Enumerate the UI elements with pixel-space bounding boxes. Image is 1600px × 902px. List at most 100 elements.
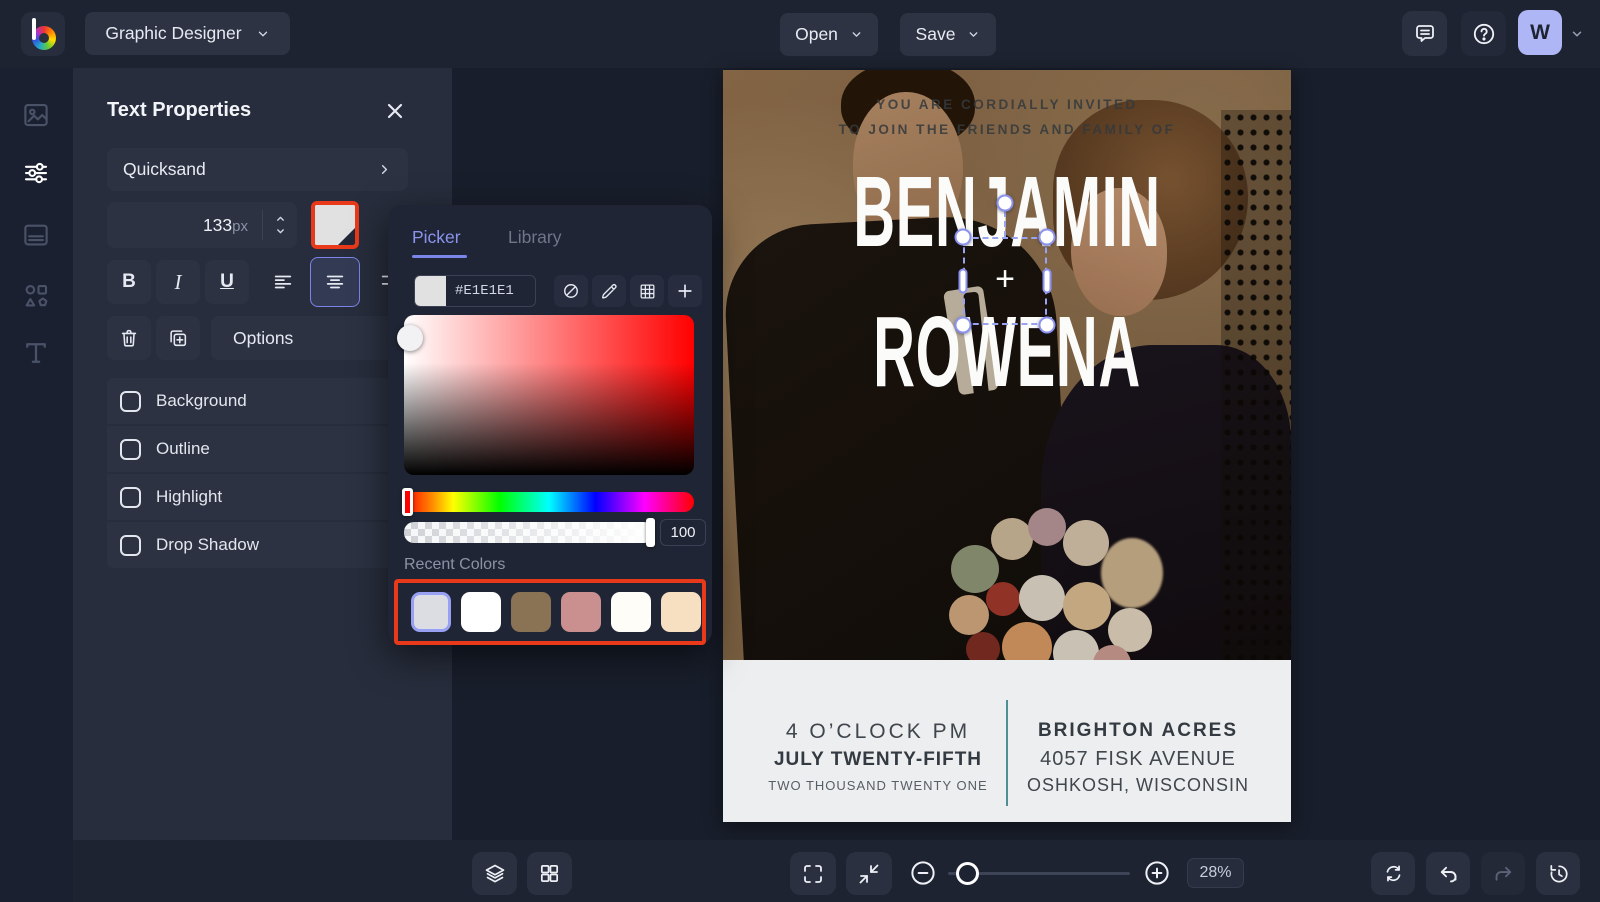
fit-screen-icon xyxy=(857,862,881,886)
tab-picker-active[interactable]: Picker xyxy=(412,227,467,258)
recent-color-swatch[interactable] xyxy=(511,592,551,632)
layers-button[interactable] xyxy=(472,852,517,895)
history-button[interactable] xyxy=(1536,852,1580,895)
app-logo[interactable] xyxy=(21,12,65,56)
underline-button[interactable]: U xyxy=(205,260,249,304)
text-layer-city[interactable]: OSHKOSH, WISCONSIN xyxy=(1018,775,1258,796)
text-color-swatch xyxy=(315,205,355,245)
toggle-highlight[interactable]: Highlight xyxy=(107,474,408,520)
bold-button[interactable]: B xyxy=(107,260,151,304)
outline-checkbox[interactable] xyxy=(120,439,141,460)
question-mark-icon xyxy=(1471,21,1497,47)
recent-color-swatch[interactable] xyxy=(461,592,501,632)
text-layer-date[interactable]: JULY TWENTY-FIFTH xyxy=(758,749,998,771)
recent-color-swatch[interactable] xyxy=(561,592,601,632)
details-divider xyxy=(1006,700,1008,806)
saturation-handle[interactable] xyxy=(397,325,423,351)
fit-to-screen-button[interactable] xyxy=(846,852,892,895)
fullscreen-button[interactable] xyxy=(790,852,836,895)
text-layer-year[interactable]: TWO THOUSAND TWENTY ONE xyxy=(758,778,998,793)
duplicate-layer-button[interactable] xyxy=(156,316,200,360)
add-color-button[interactable] xyxy=(668,275,702,307)
resize-handle-left[interactable] xyxy=(959,269,968,294)
hue-slider[interactable] xyxy=(404,492,694,512)
selection-box[interactable] xyxy=(963,237,1047,325)
resize-handle-bottom-right[interactable] xyxy=(1039,317,1056,334)
reset-button[interactable] xyxy=(1371,852,1415,895)
bold-glyph: B xyxy=(122,271,136,293)
saturation-field[interactable] xyxy=(404,315,694,475)
hex-input-group[interactable]: #E1E1E1 xyxy=(414,275,536,307)
help-button[interactable] xyxy=(1461,11,1506,56)
text-layer-invite-1[interactable]: YOU ARE CORDIALLY INVITED xyxy=(723,97,1291,112)
recent-color-swatch[interactable] xyxy=(611,592,651,632)
rotate-handle[interactable] xyxy=(997,195,1014,212)
recent-colors-label: Recent Colors xyxy=(404,556,505,574)
highlight-checkbox[interactable] xyxy=(120,487,141,508)
font-family-selector[interactable]: Quicksand xyxy=(107,148,408,191)
no-color-button[interactable] xyxy=(554,275,588,307)
app-mode-menu[interactable]: Graphic Designer xyxy=(85,12,290,55)
text-layer-address[interactable]: 4057 FISK AVENUE xyxy=(1018,748,1258,771)
opacity-value-box[interactable]: 100 xyxy=(660,519,706,546)
options-button[interactable]: Options xyxy=(211,316,408,360)
font-size-input[interactable]: 133px xyxy=(107,202,297,248)
grid-view-icon xyxy=(538,862,561,885)
sidebar-item-templates[interactable] xyxy=(21,220,51,250)
zoom-slider-handle[interactable] xyxy=(956,862,979,885)
size-increase-icon[interactable] xyxy=(273,212,288,225)
opacity-slider[interactable] xyxy=(404,522,654,543)
font-family-value: Quicksand xyxy=(123,159,206,180)
eyedropper-button[interactable] xyxy=(592,275,626,307)
align-center-button-selected[interactable] xyxy=(310,257,360,307)
align-left-button[interactable] xyxy=(261,260,305,304)
tab-library-label: Library xyxy=(508,227,562,247)
avatar[interactable]: W xyxy=(1518,10,1562,55)
background-checkbox[interactable] xyxy=(120,391,141,412)
sidebar-item-image[interactable] xyxy=(21,100,51,130)
save-label: Save xyxy=(916,24,956,45)
no-color-icon xyxy=(561,281,581,301)
align-center-icon xyxy=(324,271,346,293)
drop-shadow-checkbox[interactable] xyxy=(120,535,141,556)
size-decrease-icon[interactable] xyxy=(273,225,288,238)
hex-value[interactable]: #E1E1E1 xyxy=(455,283,514,299)
tab-picker-label: Picker xyxy=(412,227,461,247)
resize-handle-top-left[interactable] xyxy=(955,229,972,246)
undo-button[interactable] xyxy=(1426,852,1470,895)
resize-handle-bottom-left[interactable] xyxy=(955,317,972,334)
opacity-handle[interactable] xyxy=(646,518,655,547)
zoom-out-icon[interactable] xyxy=(908,858,938,888)
pages-button[interactable] xyxy=(527,852,572,895)
recent-color-swatch[interactable] xyxy=(661,592,701,632)
sidebar-item-adjustments-active[interactable] xyxy=(21,158,51,188)
text-color-swatch-annotated[interactable] xyxy=(311,201,359,249)
italic-button[interactable]: I xyxy=(156,260,200,304)
save-button[interactable]: Save xyxy=(900,13,996,56)
close-panel-icon[interactable] xyxy=(383,99,407,123)
sidebar-item-shapes[interactable] xyxy=(21,281,51,311)
delete-layer-button[interactable] xyxy=(107,316,151,360)
chevron-down-icon xyxy=(256,27,270,41)
text-layer-venue[interactable]: BRIGHTON ACRES xyxy=(1018,720,1258,742)
recent-color-swatch-selected[interactable] xyxy=(411,592,451,632)
toggle-background[interactable]: Background xyxy=(107,378,408,424)
redo-button-disabled[interactable] xyxy=(1481,852,1525,895)
text-layer-time[interactable]: 4 O’CLOCK PM xyxy=(758,720,998,744)
open-button[interactable]: Open xyxy=(780,13,878,56)
toggle-outline[interactable]: Outline xyxy=(107,426,408,472)
zoom-level-box[interactable]: 28% xyxy=(1187,858,1244,888)
hue-handle[interactable] xyxy=(402,488,413,516)
text-layer-invite-2[interactable]: TO JOIN THE FRIENDS AND FAMILY OF xyxy=(723,122,1291,137)
zoom-in-icon[interactable] xyxy=(1142,858,1172,888)
account-chevron-icon[interactable] xyxy=(1570,27,1584,41)
resize-handle-right[interactable] xyxy=(1043,269,1052,294)
color-grid-button[interactable] xyxy=(630,275,664,307)
design-canvas[interactable]: YOU ARE CORDIALLY INVITED TO JOIN THE FR… xyxy=(723,70,1291,822)
tab-library[interactable]: Library xyxy=(508,227,562,248)
sidebar-item-text[interactable] xyxy=(21,338,51,368)
toggle-drop-shadow[interactable]: Drop Shadow xyxy=(107,522,408,568)
duplicate-icon xyxy=(167,327,189,349)
resize-handle-top-right[interactable] xyxy=(1039,229,1056,246)
feedback-button[interactable] xyxy=(1402,11,1447,56)
